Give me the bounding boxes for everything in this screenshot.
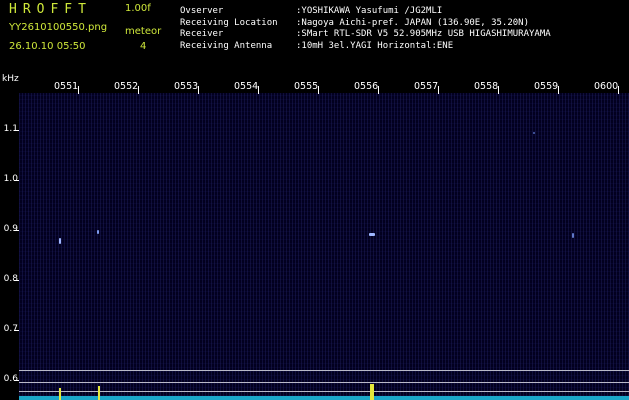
x-tick xyxy=(558,86,559,94)
x-tick-label: 0555 xyxy=(294,81,319,92)
x-tick-label: 0558 xyxy=(474,81,499,92)
hrofft-window: HROFFT 1.00f YY2610100550.png 26.10.10 0… xyxy=(0,0,629,400)
y-tick-label: 0.8 xyxy=(3,274,18,284)
y-tick xyxy=(14,280,19,281)
info-key: Receiving Location xyxy=(180,17,278,28)
x-tick xyxy=(378,86,379,94)
meteor-echo xyxy=(59,238,61,244)
x-tick-label: 0557 xyxy=(414,81,439,92)
app-version: 1.00f xyxy=(125,3,151,14)
y-tick-label: 1.1 xyxy=(3,124,18,134)
meteor-label: meteor xyxy=(125,26,162,37)
x-tick xyxy=(138,86,139,94)
x-tick xyxy=(438,86,439,94)
x-tick xyxy=(318,86,319,94)
meteor-echo xyxy=(369,233,375,236)
meteor-echo xyxy=(533,132,535,134)
x-tick-label: 0600 xyxy=(594,81,619,92)
info-row-antenna: Receiving Antenna :10mH 3el.YAGI Horizont… xyxy=(180,41,551,53)
y-tick-label: 0.7 xyxy=(3,324,18,334)
x-tick xyxy=(198,86,199,94)
header: HROFFT 1.00f YY2610100550.png 26.10.10 0… xyxy=(0,0,629,74)
y-tick xyxy=(14,330,19,331)
x-tick xyxy=(78,86,79,94)
x-tick-label: 0553 xyxy=(174,81,199,92)
y-tick-label: 1.0 xyxy=(3,174,18,184)
info-key: Ovserver xyxy=(180,6,224,16)
info-row-location: Receiving Location :Nagoya Aichi-pref. JA… xyxy=(180,18,551,30)
info-row-observer: Ovserver :YOSHIKAWA Yasufumi /JG2MLI xyxy=(180,6,551,18)
reference-line xyxy=(19,382,629,383)
x-tick-label: 0552 xyxy=(114,81,139,92)
y-tick xyxy=(14,380,19,381)
signal-spike xyxy=(370,384,374,400)
info-value: :SMart RTL-SDR V5 52.905MHz USB HIGASHIM… xyxy=(296,29,551,39)
y-tick xyxy=(14,230,19,231)
capture-timestamp: 26.10.10 05:50 xyxy=(9,41,86,52)
y-tick-label: 0.6 xyxy=(3,374,18,384)
y-tick xyxy=(14,130,19,131)
info-key: Receiver xyxy=(180,29,224,39)
app-logo: HROFFT xyxy=(9,2,92,17)
reference-line xyxy=(19,391,629,392)
info-value: :Nagoya Aichi-pref. JAPAN (136.90E, 35.2… xyxy=(296,17,529,28)
x-tick-label: 0556 xyxy=(354,81,379,92)
info-value: :10mH 3el.YAGI Horizontal:ENE xyxy=(296,40,454,51)
spectrogram-plot xyxy=(19,93,629,400)
reference-line xyxy=(19,370,629,371)
signal-spike xyxy=(59,388,61,400)
station-info: Ovserver :YOSHIKAWA Yasufumi /JG2MLI Rece… xyxy=(180,6,551,52)
info-row-receiver: Receiver :SMart RTL-SDR V5 52.905MHz USB … xyxy=(180,29,551,41)
info-key: Receiving Antenna xyxy=(180,40,273,51)
x-tick-label: 0551 xyxy=(54,81,79,92)
image-filename: YY2610100550.png xyxy=(9,22,108,33)
x-tick xyxy=(258,86,259,94)
y-axis-unit: kHz xyxy=(2,74,19,84)
x-tick xyxy=(498,86,499,94)
x-tick-label: 0554 xyxy=(234,81,259,92)
meteor-echo xyxy=(572,233,574,238)
meteor-echo xyxy=(97,230,99,234)
x-tick xyxy=(618,86,619,94)
y-tick-label: 0.9 xyxy=(3,224,18,234)
y-tick xyxy=(14,180,19,181)
info-value: :YOSHIKAWA Yasufumi /JG2MLI xyxy=(296,6,443,16)
spectrum-baseline xyxy=(19,396,629,400)
signal-spike xyxy=(98,386,100,400)
meteor-count: 4 xyxy=(140,41,147,52)
x-tick-label: 0559 xyxy=(534,81,559,92)
